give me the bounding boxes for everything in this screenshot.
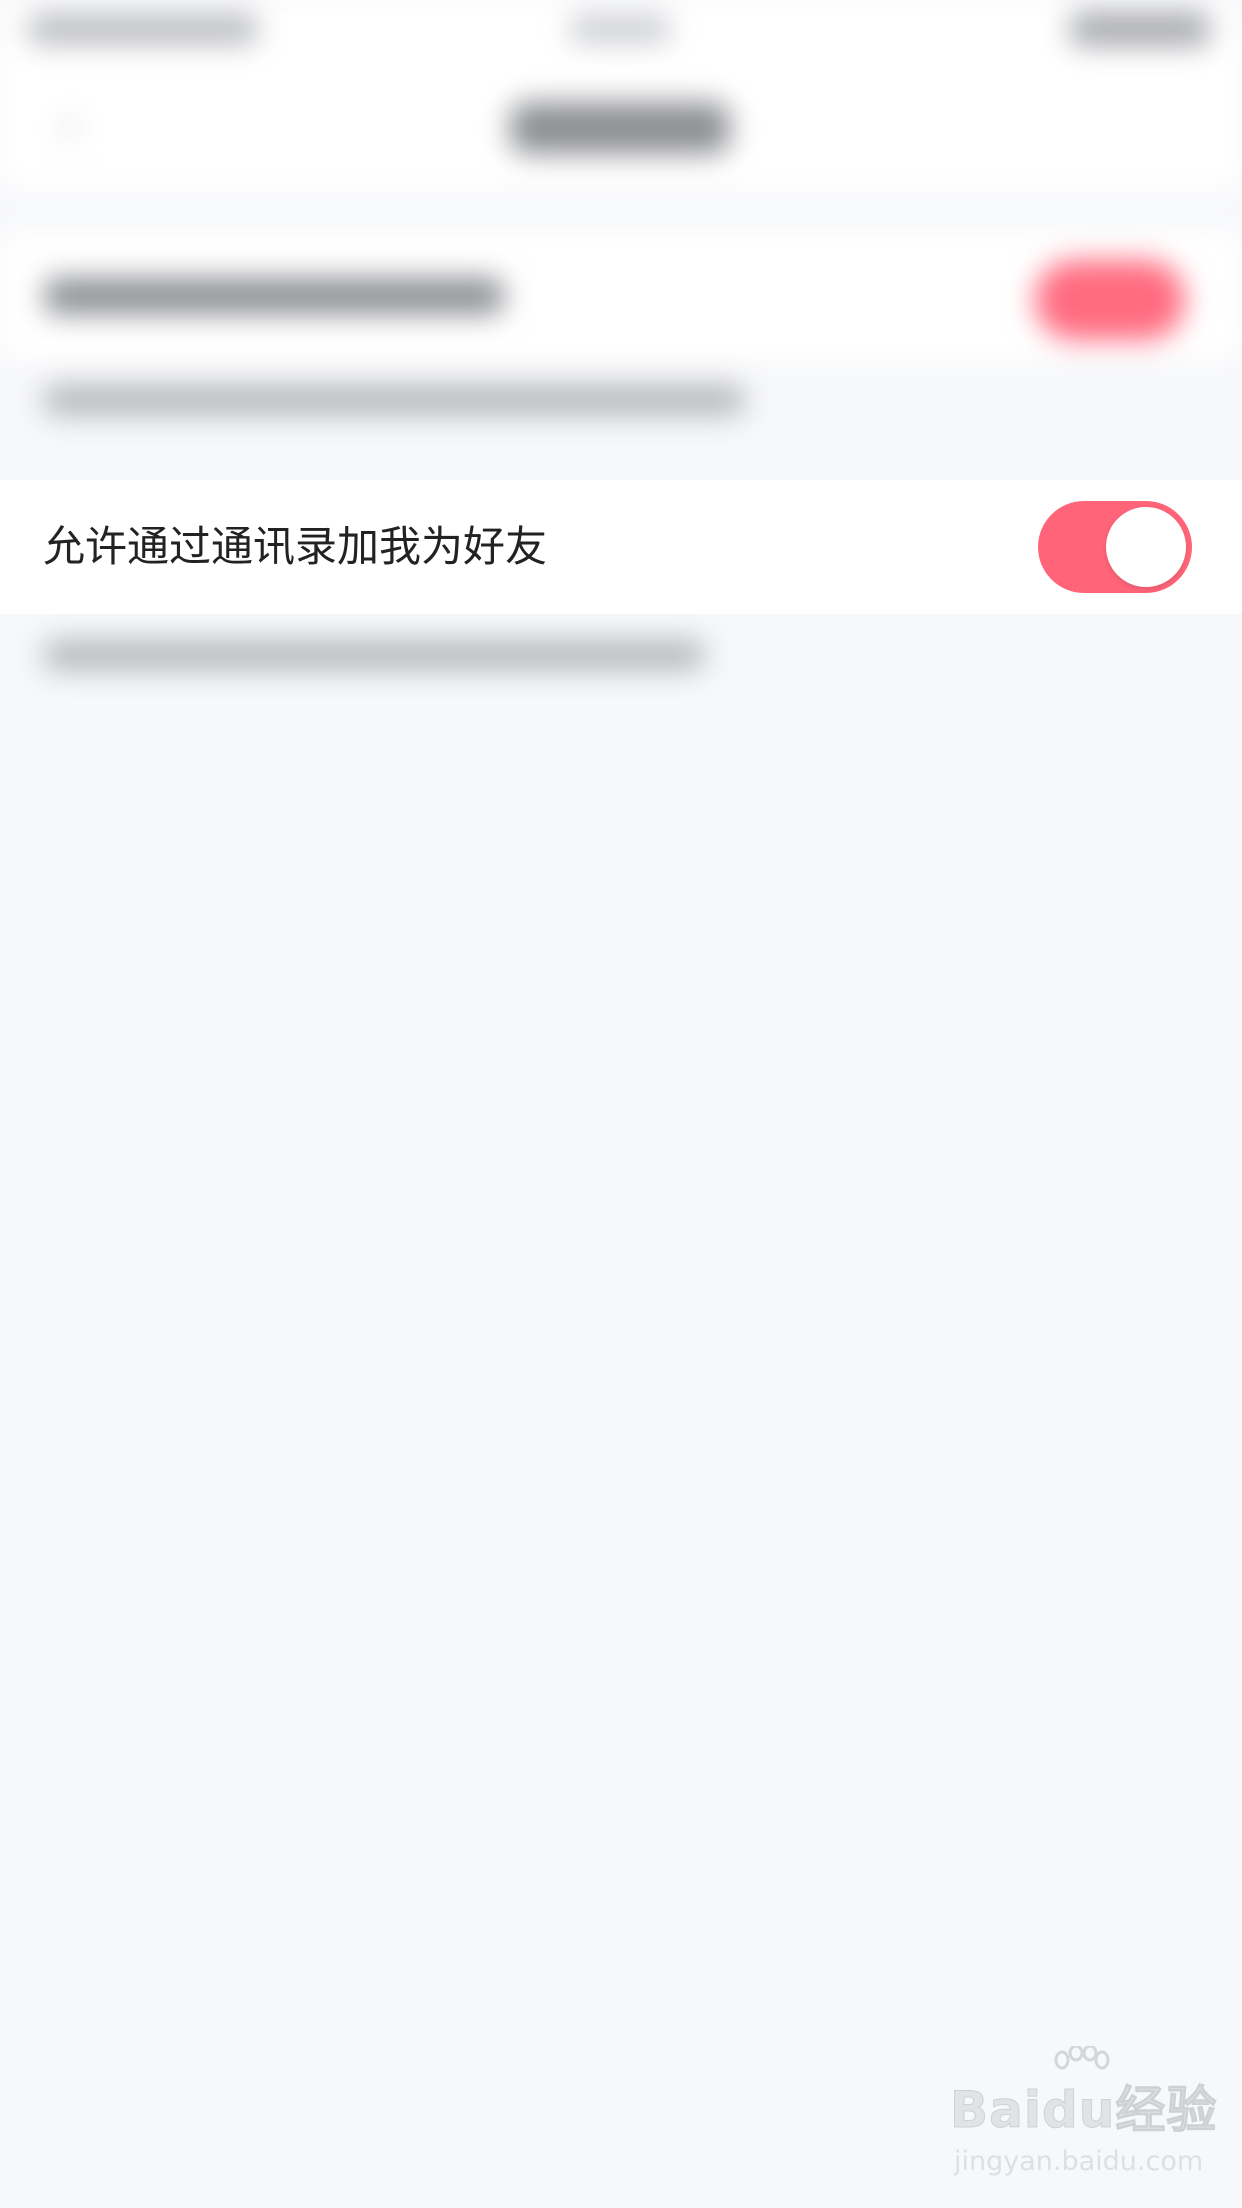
blurred-background: ‹: [0, 0, 1242, 900]
blurred-description: [44, 385, 744, 415]
blurred-setting-label: [44, 278, 504, 314]
status-carrier: [28, 14, 258, 44]
blurred-setting-row: [0, 230, 1242, 360]
nav-title-placeholder: [510, 102, 730, 154]
setting-row-contacts-add-friend: 允许通过通讯录加我为好友: [0, 480, 1242, 614]
toggle-switch-icon[interactable]: [1038, 501, 1192, 593]
navigation-bar: ‹: [0, 60, 1242, 190]
status-time: [570, 16, 670, 42]
toggle-knob: [1106, 507, 1186, 587]
watermark: Baidu经验 jingyan.baidu.com: [949, 2046, 1217, 2190]
blurred-description: [44, 640, 704, 670]
watermark-logo: Baidu经验: [949, 2081, 1218, 2140]
battery-icon: [1070, 12, 1210, 46]
back-arrow-icon: ‹: [60, 97, 80, 153]
screen: ‹ 允许通过通讯录加我为好友 Baidu经验 jingyan.baidu.com: [0, 0, 1242, 2208]
status-bar: [0, 0, 1242, 60]
blurred-toggle-icon: [1035, 260, 1185, 340]
watermark-url: jingyan.baidu.com: [954, 2146, 1204, 2177]
setting-label: 允许通过通讯录加我为好友: [43, 522, 548, 571]
